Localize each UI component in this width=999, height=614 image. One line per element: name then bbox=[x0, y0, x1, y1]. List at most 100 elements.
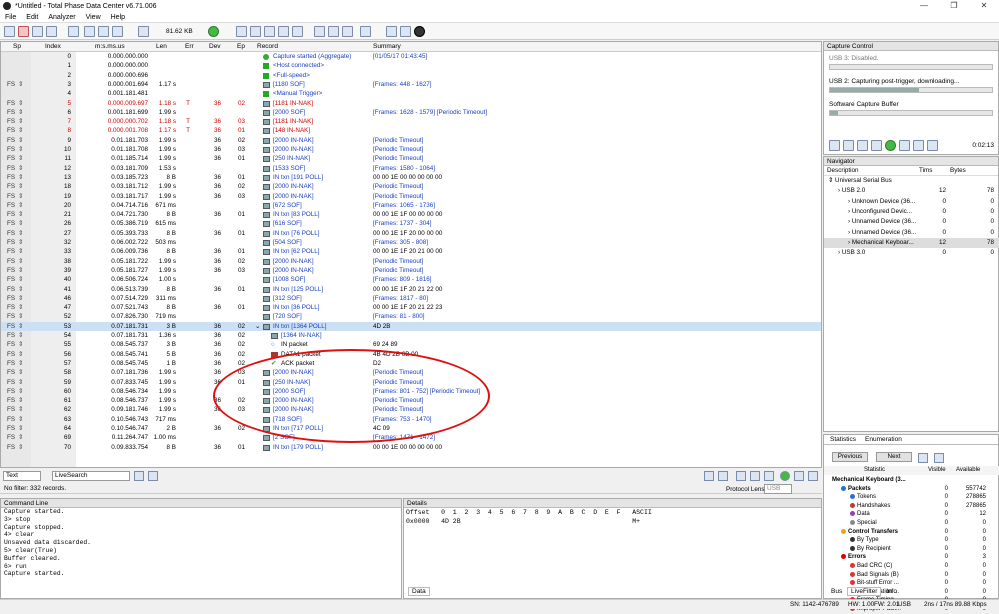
tab-statistics[interactable]: Statistics bbox=[830, 436, 856, 443]
export-icon[interactable] bbox=[386, 26, 397, 37]
save-icon[interactable] bbox=[46, 26, 57, 37]
view8-icon[interactable] bbox=[342, 26, 353, 37]
command-output[interactable]: Capture started. 3> stop Capture stopped. 4… bbox=[1, 508, 401, 578]
navigator-row[interactable]: › Unnamed Device (36... 0 0 bbox=[824, 217, 999, 227]
table-row[interactable]: 2 0.000.000.696 <Full-speed> bbox=[1, 71, 821, 80]
setup-icon[interactable] bbox=[913, 140, 924, 151]
capture-status-icon[interactable] bbox=[885, 140, 896, 151]
col-ep[interactable]: Ep bbox=[237, 43, 245, 50]
stats-row[interactable]: Handshakes 0 278865 bbox=[824, 502, 990, 511]
table-row[interactable]: FS ⇕ 20 0.04.714.716 671 ms [672 SOF] [Frames:… bbox=[1, 201, 821, 210]
col-index[interactable]: Index bbox=[45, 43, 61, 50]
tab-data[interactable]: Data bbox=[408, 587, 430, 596]
search-clear-icon[interactable] bbox=[148, 471, 158, 481]
table-row[interactable]: FS ⇕ 46 0.07.514.729 311 ms [312 SOF] [Frames:… bbox=[1, 294, 821, 303]
stats-row[interactable]: Bad CRC (C) 0 0 bbox=[824, 562, 990, 571]
protocol-lens-select[interactable]: USB bbox=[764, 484, 792, 494]
col-dev[interactable]: Dev bbox=[209, 43, 221, 50]
buffer-icon[interactable] bbox=[138, 26, 149, 37]
table-row[interactable]: FS ⇕ 32 0.06.002.722 503 ms [504 SOF] [Frames:… bbox=[1, 238, 821, 247]
table-row[interactable]: FS ⇕ 27 0.05.393.733 8 B 36 01 IN txn [76 POLL]… bbox=[1, 229, 821, 238]
stats-row[interactable]: By Recipient 0 0 bbox=[824, 545, 990, 554]
table-row[interactable]: FS ⇕ 12 0.03.181.709 1.53 s [1533 SOF] [Frames… bbox=[1, 164, 821, 173]
maximize-icon[interactable]: ❐ bbox=[939, 0, 969, 12]
search-go-icon[interactable] bbox=[134, 471, 144, 481]
stats-save-icon[interactable] bbox=[934, 453, 944, 463]
menu-file[interactable]: File bbox=[0, 14, 21, 21]
navigator-row[interactable]: › Mechanical Keyboar... 12 78 bbox=[824, 237, 999, 248]
table-row[interactable]: FS ⇕ 54 0.07.181.731 1.36 s 36 02 [1364 IN-NAK] bbox=[1, 331, 821, 340]
bomb-icon[interactable] bbox=[414, 26, 425, 37]
table-row[interactable]: FS ⇕ 6 0.001.181.699 1.99 s [2000 SOF] [Frames… bbox=[1, 108, 821, 117]
table-row[interactable]: FS ⇕ 70 0.09.833.754 8 B 36 01 IN txn [179 POLL… bbox=[1, 443, 821, 452]
view1-icon[interactable] bbox=[236, 26, 247, 37]
col-summary[interactable]: Summary bbox=[373, 43, 401, 50]
navigator-row[interactable]: › Unconfigured Devic... 0 0 bbox=[824, 207, 999, 217]
table-row[interactable]: FS ⇕ 26 0.05.386.719 615 ms [616 SOF] [Frames:… bbox=[1, 219, 821, 228]
tab-bus[interactable]: Bus bbox=[828, 588, 845, 595]
table-row[interactable]: FS ⇕ 41 0.06.513.739 8 B 36 01 IN txn [125 POLL… bbox=[1, 285, 821, 294]
stats-row[interactable]: By Type 0 0 bbox=[824, 536, 990, 545]
stats-row[interactable]: Mechanical Keyboard (3... bbox=[824, 476, 990, 485]
nav-col-tims[interactable]: Tims bbox=[919, 167, 932, 174]
table-row[interactable]: FS ⇕ 10 0.01.181.708 1.99 s 36 03 [2000 IN-NAK]… bbox=[1, 145, 821, 154]
delete-icon[interactable] bbox=[18, 26, 29, 37]
device-icon[interactable] bbox=[84, 26, 95, 37]
table-row[interactable]: FS ⇕ 40 0.06.506.724 1.00 s [1008 SOF] [Frames… bbox=[1, 275, 821, 284]
add-filter-icon[interactable] bbox=[704, 471, 714, 481]
stats-row[interactable]: Special 0 0 bbox=[824, 519, 990, 528]
col-err[interactable]: Err bbox=[185, 43, 194, 50]
table-row[interactable]: FS ⇕ 52 0.07.826.730 719 ms [720 SOF] [Frames:… bbox=[1, 312, 821, 321]
move-down-icon[interactable] bbox=[736, 471, 746, 481]
stats-row[interactable]: Data 0 12 bbox=[824, 510, 990, 519]
trigger-icon[interactable] bbox=[857, 140, 868, 151]
col-time[interactable]: m:s.ms.us bbox=[95, 43, 125, 50]
table-row[interactable]: FS ⇕ 38 0.05.181.722 1.99 s 36 02 [2000 IN-NAK]… bbox=[1, 257, 821, 266]
navigator-row[interactable]: › USB 2.0 12 78 bbox=[824, 186, 999, 196]
view5-icon[interactable] bbox=[292, 26, 303, 37]
table-row[interactable]: FS ⇕ 47 0.07.521.743 8 B 36 01 IN txn [36 POLL]… bbox=[1, 303, 821, 312]
settings-icon[interactable] bbox=[68, 26, 79, 37]
table-row[interactable]: FS ⇕ 9 0.01.181.703 1.99 s 36 02 [2000 IN-NAK] [… bbox=[1, 136, 821, 145]
menu-analyzer[interactable]: Analyzer bbox=[43, 14, 80, 21]
table-row[interactable]: FS ⇕ 18 0.03.181.712 1.99 s 36 02 [2000 IN-NAK]… bbox=[1, 182, 821, 191]
refresh-icon[interactable] bbox=[899, 140, 910, 151]
filter-icon[interactable] bbox=[927, 140, 938, 151]
stats-row[interactable]: Tokens 0 278865 bbox=[824, 493, 990, 502]
table-row[interactable]: 0 0.000.000.000 Capture started (Aggregate… bbox=[1, 52, 821, 61]
view6-icon[interactable] bbox=[314, 26, 325, 37]
tab-enumeration[interactable]: Enumeration bbox=[865, 436, 902, 443]
view2-icon[interactable] bbox=[250, 26, 261, 37]
minimize-icon[interactable]: — bbox=[909, 0, 939, 12]
open-icon[interactable] bbox=[32, 26, 43, 37]
table-row[interactable]: FS ⇕ 11 0.01.185.714 1.99 s 36 01 [250 IN-NAK] [… bbox=[1, 154, 821, 163]
connect-icon[interactable] bbox=[98, 26, 109, 37]
table-row[interactable]: 4 0.001.181.481 <Manual Trigger> bbox=[1, 89, 821, 98]
remove-filter-icon[interactable] bbox=[718, 471, 728, 481]
next-button[interactable]: Next bbox=[876, 452, 912, 462]
col-len[interactable]: Len bbox=[156, 43, 167, 50]
stop-icon[interactable] bbox=[843, 140, 854, 151]
view9-icon[interactable] bbox=[360, 26, 371, 37]
navigator-row[interactable]: › USB 3.0 0 0 bbox=[824, 248, 999, 258]
table-row[interactable]: FS ⇕ 13 0.03.185.723 8 B 36 01 IN txn [191 POLL… bbox=[1, 173, 821, 182]
table-row[interactable]: 1 0.000.000.000 <Host connected> bbox=[1, 61, 821, 70]
navigator-row[interactable]: › Unknown Device (36... 0 0 bbox=[824, 197, 999, 207]
hex-line[interactable]: 0x0000 4D 2B M+ bbox=[404, 517, 821, 526]
table-row[interactable]: FS ⇕ 7 0.000.000.702 1.18 s T 36 03 [1181 IN-NAK… bbox=[1, 117, 821, 126]
table-row[interactable]: FS ⇕ 5 0.000.009.697 1.18 s T 36 02 [1181 IN-NAK… bbox=[1, 99, 821, 108]
table-row[interactable]: FS ⇕ 3 0.000.001.694 1.17 s [1180 SOF] [Frames… bbox=[1, 80, 821, 89]
tab-info[interactable]: Info bbox=[883, 588, 900, 595]
table-row[interactable]: FS ⇕ 39 0.05.181.727 1.99 s 36 03 [2000 IN-NAK]… bbox=[1, 266, 821, 275]
run-status-icon[interactable] bbox=[208, 26, 219, 37]
col-record[interactable]: Record bbox=[257, 43, 278, 50]
copy-icon[interactable] bbox=[400, 26, 411, 37]
stats-row[interactable]: Bad Signals (B) 0 0 bbox=[824, 571, 990, 580]
table-row[interactable]: FS ⇕ 53 0.07.181.731 3 B 36 02 ⌄ IN txn [1364 PO… bbox=[1, 321, 821, 331]
table-row[interactable]: FS ⇕ 33 0.06.009.736 8 B 36 01 IN txn [62 POLL]… bbox=[1, 247, 821, 256]
expand-chevron-icon[interactable]: ⌄ bbox=[255, 322, 260, 331]
filter-mode-select[interactable]: Text bbox=[3, 471, 41, 481]
table-row[interactable]: FS ⇕ 55 0.08.545.737 3 B 36 02 ○ IN packet 69 24 … bbox=[1, 340, 821, 349]
filter-options-icon[interactable] bbox=[794, 471, 804, 481]
nav-col-desc[interactable]: Description bbox=[827, 167, 859, 174]
